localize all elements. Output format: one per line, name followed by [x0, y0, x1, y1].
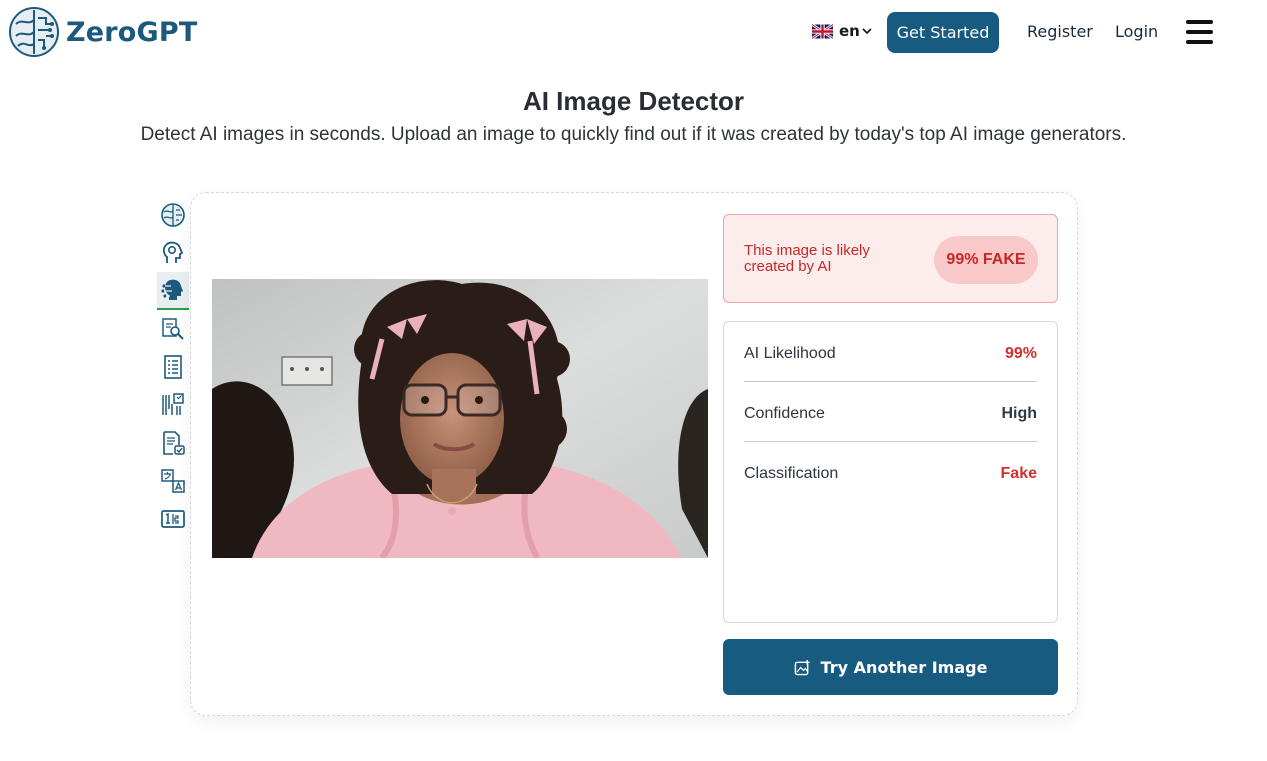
tool-word-counter[interactable] [157, 500, 189, 538]
site-header: ZeroGPT en Get Started Register Login [0, 0, 1267, 66]
translate-icon [161, 469, 185, 493]
stat-row-confidence: Confidence High [744, 386, 1037, 442]
document-list-icon [164, 355, 182, 379]
brain-icon [161, 203, 185, 227]
document-search-icon [162, 318, 184, 340]
stat-row-ai-likelihood: AI Likelihood 99% [744, 326, 1037, 382]
verdict-panel: This image is likely created by AI 99% F… [723, 214, 1058, 303]
stat-label: AI Likelihood [744, 344, 836, 362]
tool-ai-humanizer[interactable] [157, 234, 189, 272]
portrait-photo [212, 279, 708, 558]
uk-flag-icon [812, 23, 833, 39]
stat-value: 99% [1004, 344, 1037, 362]
stat-value: Fake [1000, 465, 1037, 482]
language-code: en [839, 22, 860, 40]
chevron-down-icon [862, 28, 872, 35]
verdict-message: This image is likely created by AI [744, 242, 870, 275]
paraphrase-icon [162, 393, 184, 415]
language-selector[interactable]: en [812, 22, 872, 40]
tool-summarizer[interactable] [157, 348, 189, 386]
tool-ai-image-detector[interactable] [157, 272, 189, 310]
document-check-icon [163, 431, 185, 455]
login-link[interactable]: Login [1115, 22, 1158, 41]
tool-plagiarism-checker[interactable] [157, 310, 189, 348]
fake-score-badge: 99% FAKE [934, 236, 1038, 284]
image-add-icon [794, 659, 810, 675]
tool-translator[interactable] [157, 462, 189, 500]
head-gear-icon [162, 241, 184, 263]
uploaded-image-preview [212, 279, 708, 558]
stat-label: Classification [744, 465, 839, 482]
hamburger-menu-icon[interactable] [1186, 20, 1213, 44]
tool-ai-text-detector[interactable] [157, 196, 189, 234]
stat-row-classification: Classification Fake [744, 446, 1037, 502]
register-link[interactable]: Register [1027, 22, 1093, 41]
page-title: AI Image Detector [522, 86, 745, 116]
brand-name: ZeroGPT [66, 16, 198, 48]
detector-card: This image is likely created by AI 99% F… [190, 192, 1078, 716]
brand-logo[interactable]: ZeroGPT [8, 6, 198, 58]
result-stats-panel: AI Likelihood 99% Confidence High Classi… [723, 321, 1058, 623]
tool-sidebar [157, 196, 189, 538]
stat-label: Confidence [744, 404, 825, 422]
tool-grammar-checker[interactable] [157, 424, 189, 462]
ai-face-icon [161, 279, 183, 300]
page-subtitle: Detect AI images in seconds. Upload an i… [140, 124, 1127, 145]
word-counter-icon [161, 510, 185, 528]
try-another-image-label: Try Another Image [820, 657, 988, 677]
tool-paraphraser[interactable] [157, 386, 189, 424]
get-started-button[interactable]: Get Started [887, 12, 999, 53]
stat-value: High [1001, 404, 1037, 422]
brain-logo-icon [9, 7, 59, 57]
try-another-image-button[interactable]: Try Another Image [723, 639, 1058, 695]
